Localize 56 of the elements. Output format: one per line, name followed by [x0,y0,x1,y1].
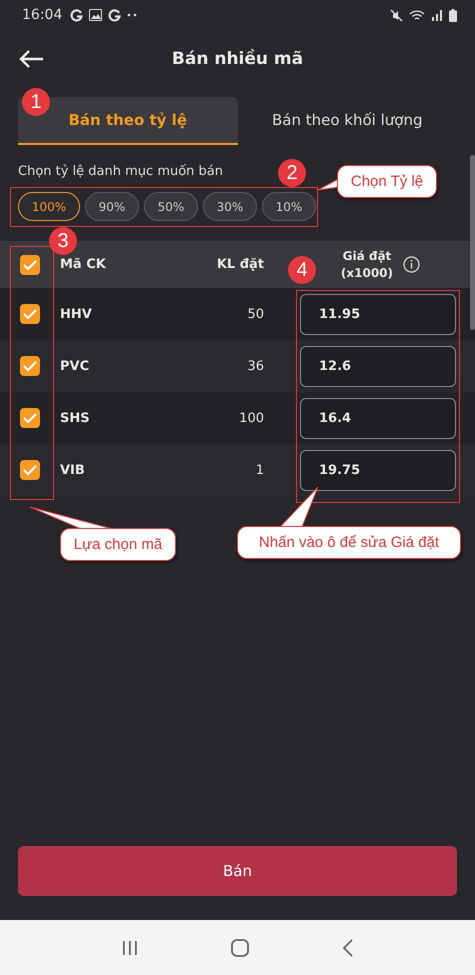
more-icon [127,13,138,17]
checkmark-icon [23,413,37,423]
row-checkbox[interactable] [20,356,40,376]
callout-label: Lựa chọn mã [60,528,176,561]
google-icon [108,8,122,22]
column-header: KL đặt [216,257,264,272]
signal-icon [431,9,443,21]
checkmark-icon [23,260,37,270]
row-checkbox[interactable] [20,408,40,428]
symbol-cell-text: VIB [60,462,86,478]
ratio-chip[interactable]: 100% [18,192,80,221]
checkmark-icon [23,465,37,475]
tab[interactable]: Bán theo khối lượng [238,97,457,145]
step-badge: 3 [49,227,77,255]
callout-label: Chọn Tỷ lệ [337,165,437,198]
price-field[interactable]: 16.4 [300,398,456,438]
quantity-cell-text: 100 [238,410,264,426]
back-arrow-icon [18,49,44,69]
clock: 16:04 [22,7,62,23]
google-icon [70,8,84,22]
sell-button[interactable]: Bán [18,846,457,896]
quantity-cell-text: 36 [246,358,264,374]
row-checkbox[interactable] [20,304,40,324]
checkmark-icon [23,309,37,319]
symbol-cell-text: HHV [60,306,93,322]
table-row[interactable]: SHS 100 16.4 [0,392,475,444]
column-header: Giá đặt (x1000) [340,248,393,281]
recent-apps-icon[interactable] [120,940,139,956]
quantity-cell-text: 50 [246,306,264,322]
mute-icon [390,8,403,22]
ratio-chip[interactable]: 10% [262,192,316,221]
step-badge: 2 [278,159,306,187]
price-field[interactable]: 11.95 [300,294,456,334]
ratio-chip[interactable]: 90% [85,192,139,221]
quantity-cell-text: 1 [254,462,264,478]
checkmark-icon [23,361,37,371]
column-header: Mã CK [60,257,107,272]
ratio-chip[interactable]: 30% [203,192,257,221]
table-row[interactable]: HHV 50 11.95 [0,288,475,340]
info-icon[interactable] [403,256,420,273]
ratio-chip[interactable]: 50% [144,192,198,221]
battery-icon [449,8,457,22]
home-icon[interactable] [230,938,250,958]
ratio-label: Chọn tỷ lệ danh mục muốn bán [18,164,224,179]
price-field[interactable]: 12.6 [300,346,456,386]
symbol-cell-text: PVC [60,358,90,374]
row-checkbox[interactable] [20,460,40,480]
callout-pointer [278,486,320,528]
page-title: Bán nhiều mã [172,49,304,69]
back-icon[interactable] [342,938,354,956]
wifi-icon [409,8,425,22]
step-badge: 1 [22,88,50,116]
image-icon [89,9,102,21]
select-all-checkbox[interactable] [20,254,40,274]
price-field[interactable]: 19.75 [300,450,456,490]
symbol-cell-text: SHS [60,410,91,426]
